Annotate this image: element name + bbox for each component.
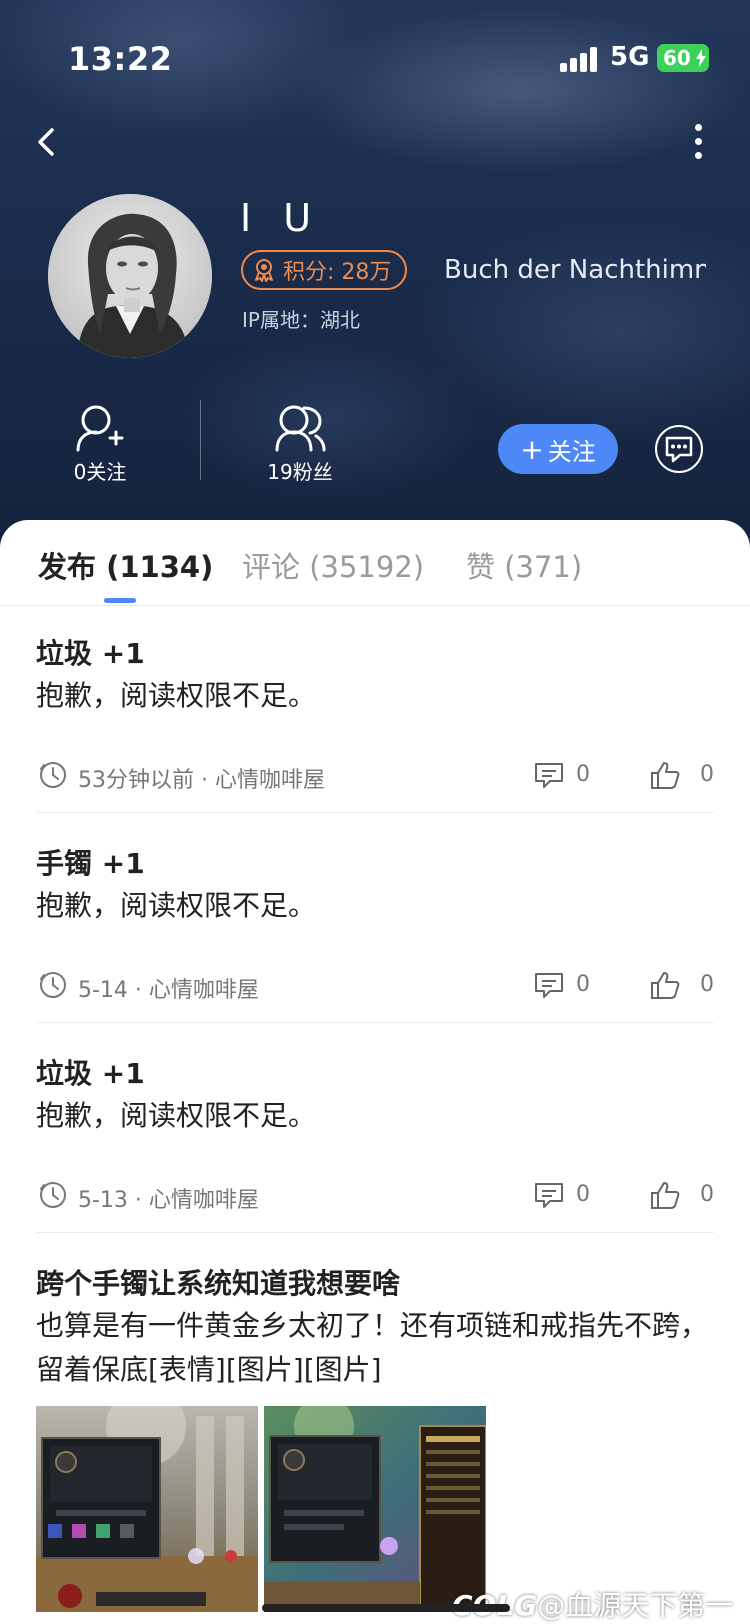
- post-meta: 5-13 · 心情咖啡屋 0 0: [36, 1180, 714, 1213]
- signal-icon: [560, 46, 600, 72]
- battery-level: 60: [663, 46, 691, 70]
- thumbs-up-icon[interactable]: [650, 760, 680, 790]
- watermark-text: @血源天下第一: [537, 1589, 734, 1622]
- post-item[interactable]: 手镯 +1 抱歉，阅读权限不足。: [36, 844, 714, 928]
- message-button[interactable]: [655, 425, 703, 473]
- like-count: 0: [700, 972, 714, 997]
- post-title: 手镯 +1: [36, 847, 145, 880]
- status-time: 13:22: [68, 40, 173, 78]
- post-divider: [36, 1232, 714, 1233]
- post-image[interactable]: [264, 1406, 486, 1612]
- post-title: 垃圾 +1: [36, 1057, 145, 1090]
- clock-icon: [40, 762, 66, 788]
- post-body: 抱歉，阅读权限不足。: [36, 1099, 317, 1132]
- post-divider: [36, 812, 714, 813]
- post-divider: [36, 1022, 714, 1023]
- like-count: 0: [700, 1182, 714, 1207]
- thumbs-up-icon[interactable]: [650, 1180, 680, 1210]
- post-time-forum: 5-14 · 心情咖啡屋: [78, 978, 259, 1003]
- points-label: 积分: 28万: [283, 260, 392, 285]
- fans-label: 19粉丝: [267, 460, 333, 484]
- comment-count: 0: [576, 1182, 590, 1207]
- post-image[interactable]: [36, 1406, 258, 1612]
- follow-button[interactable]: + 关注: [498, 424, 618, 474]
- profile-header: 13:22 5G 60 I U 积分: 28万 Buch der Nachthi…: [0, 0, 750, 560]
- tab-indicator: [104, 598, 136, 603]
- status-bar: 13:22 5G 60: [0, 0, 750, 110]
- stat-divider: [200, 400, 201, 480]
- post-meta: 5-14 · 心情咖啡屋 0 0: [36, 970, 714, 1003]
- follow-plus: +: [520, 432, 544, 466]
- following-label: 0关注: [73, 460, 127, 484]
- username: I U: [240, 196, 322, 240]
- fans-stat[interactable]: 19粉丝: [240, 404, 360, 485]
- clock-icon: [40, 1182, 66, 1208]
- post-body: 也算是有一件黄金乡太初了！还有项链和戒指先不跨，留着保底[表情][图片][图片]: [36, 1309, 709, 1386]
- post-time-forum: 5-13 · 心情咖啡屋: [78, 1188, 259, 1213]
- post-item[interactable]: 垃圾 +1 抱歉，阅读权限不足。: [36, 634, 714, 718]
- post-meta: 53分钟以前 · 心情咖啡屋 0 0: [36, 760, 714, 793]
- network-type: 5G: [610, 42, 650, 72]
- avatar[interactable]: [48, 194, 212, 358]
- more-button[interactable]: [682, 120, 714, 164]
- comment-count: 0: [576, 762, 590, 787]
- tab-likes[interactable]: 赞 (371): [466, 544, 582, 586]
- tab-posts[interactable]: 发布 (1134): [38, 544, 213, 586]
- post-item[interactable]: 垃圾 +1 抱歉，阅读权限不足。: [36, 1054, 714, 1138]
- comment-icon[interactable]: [534, 761, 564, 789]
- post-body: 抱歉，阅读权限不足。: [36, 889, 317, 922]
- clock-icon: [40, 972, 66, 998]
- points-badge[interactable]: 积分: 28万: [241, 250, 408, 290]
- comment-count: 0: [576, 972, 590, 997]
- tab-bar: 发布 (1134) 评论 (35192) 赞 (371): [0, 520, 750, 606]
- battery-icon: 60: [657, 44, 709, 72]
- medal-icon: [255, 259, 273, 282]
- following-stat[interactable]: 0关注: [40, 404, 160, 485]
- post-title: 垃圾 +1: [36, 637, 145, 670]
- comment-icon[interactable]: [534, 1181, 564, 1209]
- thumbs-up-icon[interactable]: [650, 970, 680, 1000]
- comment-icon[interactable]: [534, 971, 564, 999]
- home-indicator: [262, 1604, 510, 1612]
- post-body: 抱歉，阅读权限不足。: [36, 679, 317, 712]
- back-arrow-icon: [38, 128, 54, 156]
- following-icon: [76, 405, 124, 452]
- post-item[interactable]: 跨个手镯让系统知道我想要啥 也算是有一件黄金乡太初了！还有项链和戒指先不跨，留着…: [36, 1264, 714, 1392]
- follow-button-label: 关注: [547, 437, 596, 466]
- post-title: 跨个手镯让系统知道我想要啥: [36, 1267, 401, 1300]
- user-title: Buch der Nachthimn: [444, 255, 706, 285]
- chat-bubble-icon: [665, 436, 693, 463]
- like-count: 0: [700, 762, 714, 787]
- back-button[interactable]: [32, 122, 64, 162]
- fans-icon: [275, 405, 326, 452]
- post-time-forum: 53分钟以前 · 心情咖啡屋: [78, 768, 325, 793]
- ip-location: IP属地：湖北: [242, 308, 360, 332]
- tab-comments[interactable]: 评论 (35192): [242, 544, 424, 586]
